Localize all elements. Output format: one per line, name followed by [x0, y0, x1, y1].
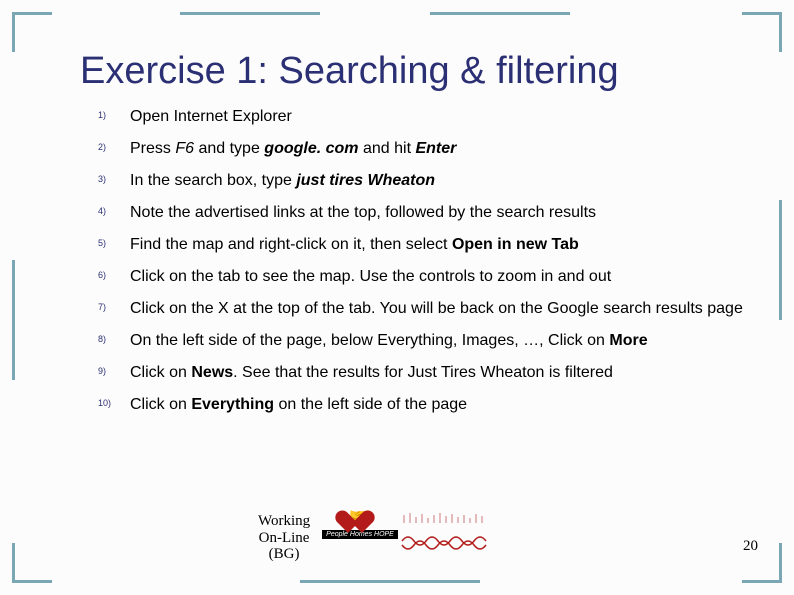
- step-text: Click on Everything on the left side of …: [130, 396, 467, 413]
- step-item: 3) In the search box, type just tires Whe…: [80, 171, 744, 191]
- border-segment: [300, 580, 480, 583]
- step-item: 2) Press F6 and type google. com and hit …: [80, 139, 744, 159]
- step-item: 10) Click on Everything on the left side …: [80, 395, 744, 415]
- page-number: 20: [743, 538, 758, 555]
- slide-title: Exercise 1: Searching & filtering: [80, 50, 744, 93]
- step-text: Click on the X at the top of the tab. Yo…: [130, 300, 743, 317]
- footer-line: On-Line: [259, 530, 310, 546]
- logo-people-homes-hope: 🤝 People Homes HOPE: [332, 507, 388, 557]
- steps-list: 1) Open Internet Explorer 2) Press F6 and t…: [80, 107, 744, 415]
- content-area: Exercise 1: Searching & filtering 1) Open…: [80, 50, 744, 555]
- step-item: 9) Click on News. See that the results fo…: [80, 363, 744, 383]
- step-number: 1): [98, 110, 106, 121]
- step-text: Click on News. See that the results for …: [130, 364, 613, 381]
- border-segment: [180, 12, 320, 15]
- step-number: 10): [98, 398, 111, 409]
- step-text: In the search box, type just tires Wheat…: [130, 172, 435, 189]
- slide: Exercise 1: Searching & filtering 1) Open…: [0, 0, 794, 595]
- step-item: 6) Click on the tab to see the map. Use t…: [80, 267, 744, 287]
- step-item: 5) Find the map and right-click on it, th…: [80, 235, 744, 255]
- step-item: 7) Click on the X at the top of the tab. …: [80, 299, 744, 319]
- border-segment: [430, 12, 570, 15]
- step-number: 2): [98, 142, 106, 153]
- step-number: 6): [98, 270, 106, 281]
- step-number: 7): [98, 302, 106, 313]
- step-text: Note the advertised links at the top, fo…: [130, 204, 596, 221]
- footer-course-title: Working On-Line (BG): [258, 513, 310, 563]
- step-item: 1) Open Internet Explorer: [80, 107, 744, 127]
- step-number: 3): [98, 174, 106, 185]
- step-number: 4): [98, 206, 106, 217]
- step-item: 4) Note the advertised links at the top, …: [80, 203, 744, 223]
- footer: Working On-Line (BG) 🤝 People Homes HOPE: [0, 507, 794, 567]
- corner-decoration: [12, 12, 52, 52]
- step-text: On the left side of the page, below Ever…: [130, 332, 648, 349]
- step-number: 5): [98, 238, 106, 249]
- border-segment: [779, 200, 782, 320]
- corner-decoration: [742, 12, 782, 52]
- border-segment: [12, 260, 15, 380]
- step-number: 9): [98, 366, 106, 377]
- footer-line: Working: [258, 513, 310, 529]
- step-number: 8): [98, 334, 106, 345]
- step-item: 8) On the left side of the page, below Ev…: [80, 331, 744, 351]
- footer-line: (BG): [269, 546, 300, 562]
- step-text: Open Internet Explorer: [130, 108, 292, 125]
- step-text: Find the map and right-click on it, then…: [130, 236, 579, 253]
- step-text: Click on the tab to see the map. Use the…: [130, 268, 611, 285]
- step-text: Press F6 and type google. com and hit En…: [130, 140, 456, 157]
- logo-waveform: [400, 511, 490, 553]
